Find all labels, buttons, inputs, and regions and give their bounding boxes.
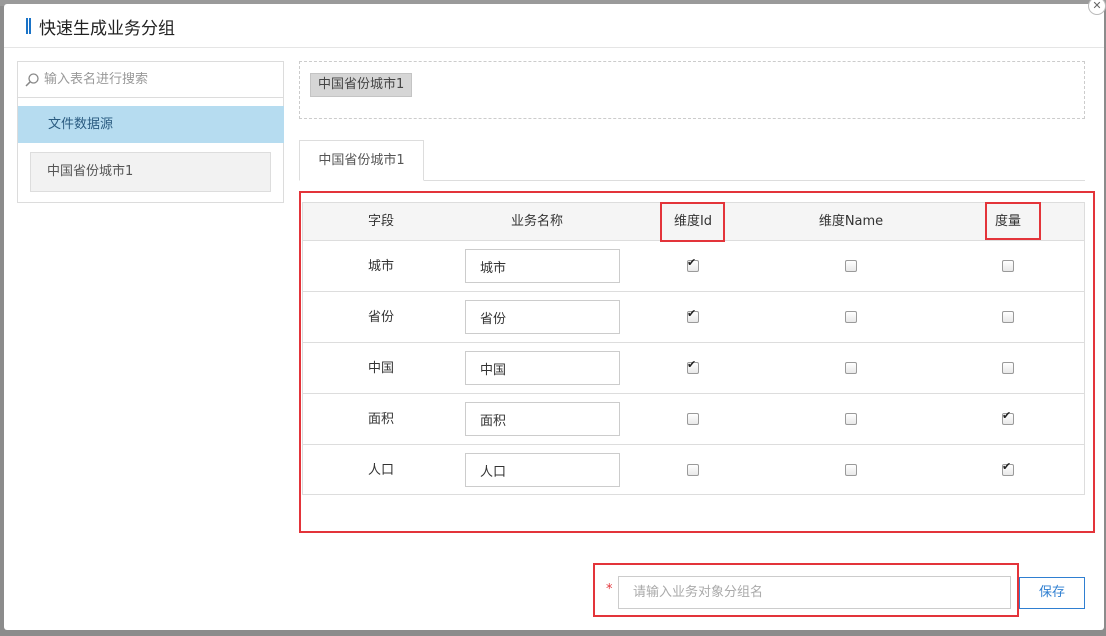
search-icon — [25, 72, 39, 87]
modal-header: 快速生成业务分组 — [4, 4, 1104, 48]
source-table-item[interactable]: 中国省份城市1 — [30, 152, 271, 192]
table-search — [17, 61, 284, 98]
title-accent-bar — [26, 18, 31, 34]
group-name-highlight — [593, 563, 1019, 617]
table-highlight-box — [299, 191, 1095, 533]
measure-highlight — [985, 202, 1041, 240]
file-source-header[interactable]: 文件数据源 — [18, 106, 284, 143]
tab-table[interactable]: 中国省份城市1 — [299, 140, 424, 181]
modal-title: 快速生成业务分组 — [39, 19, 175, 39]
search-input[interactable] — [44, 72, 264, 87]
dimension-id-highlight — [660, 202, 725, 242]
save-button[interactable]: 保存 — [1019, 577, 1085, 609]
selected-tables-area: 中国省份城市1 — [299, 61, 1085, 119]
selected-table-tag[interactable]: 中国省份城市1 — [310, 73, 413, 97]
close-icon: ✕ — [1092, 0, 1102, 12]
